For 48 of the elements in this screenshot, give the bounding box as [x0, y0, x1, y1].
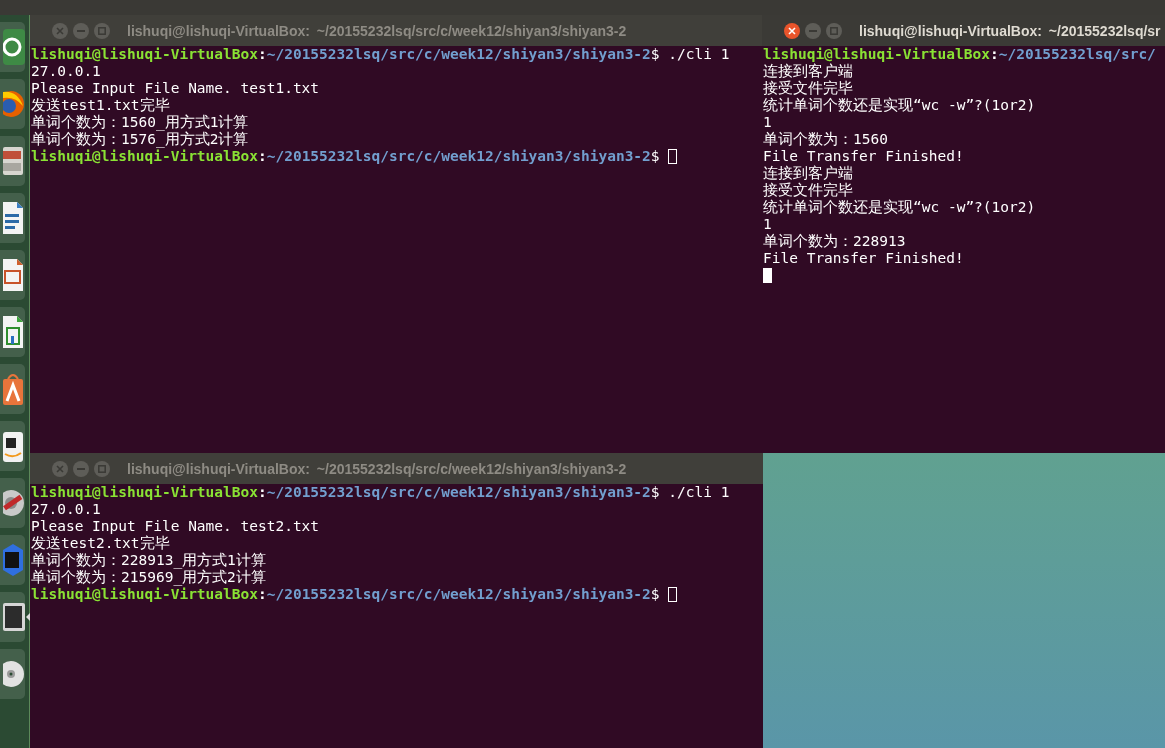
- prompt-line: lishuqi@lishuqi-VirtualBox:~/20155232lsq/src/: [763, 46, 1156, 63]
- output-line: 连接到客户端: [763, 165, 853, 182]
- output-line: 单词个数为：1576_用方式2计算: [31, 131, 249, 148]
- output-line: 单词个数为：228913: [763, 233, 906, 250]
- launcher-item[interactable]: [0, 22, 25, 72]
- launcher-item[interactable]: [0, 364, 25, 414]
- output-line: 1: [763, 114, 772, 131]
- output-line: 单词个数为：1560_用方式1计算: [31, 114, 249, 131]
- output-line: 统计单词个数还是实现“wc -w”?(1or2): [763, 97, 1036, 114]
- output-line: 统计单词个数还是实现“wc -w”?(1or2): [763, 199, 1036, 216]
- output-line: 27.0.0.1: [31, 501, 101, 518]
- launcher-item[interactable]: [0, 307, 25, 357]
- minimize-icon: [809, 29, 817, 32]
- output-line: 单词个数为：215969_用方式2计算: [31, 569, 266, 586]
- close-icon: [56, 464, 64, 473]
- prompt-line: lishuqi@lishuqi-VirtualBox:~/20155232lsq/src/c/week12/shiyan3/shiyan3-2$ ./cli 1: [31, 484, 730, 501]
- circle-logo-icon: [3, 27, 25, 67]
- output-line: Please Input File Name. test2.txt: [31, 518, 320, 535]
- output-line: 单词个数为：228913_用方式1计算: [31, 552, 266, 569]
- launcher-item[interactable]: [0, 250, 25, 300]
- maximize-icon: [830, 26, 838, 35]
- minimize-icon: [77, 29, 85, 32]
- output-line: 单词个数为：1560: [763, 131, 888, 148]
- launcher-item[interactable]: [0, 421, 25, 471]
- window-title: lishuqi@lishuqi-VirtualBox: ~/20155232lsq/src/c/week12/shiyan3/shiyan3-2: [127, 460, 627, 477]
- output-line: File Transfer Finished!: [763, 148, 964, 165]
- output-line: 发送test1.txt完毕: [31, 97, 170, 114]
- close-icon: [788, 26, 796, 35]
- prompt-line: lishuqi@lishuqi-VirtualBox:~/20155232lsq/src/c/week12/shiyan3/shiyan3-2$: [31, 148, 661, 165]
- prompt-line: lishuqi@lishuqi-VirtualBox:~/20155232lsq/src/c/week12/shiyan3/shiyan3-2$: [31, 586, 661, 603]
- window-title: lishuqi@lishuqi-VirtualBox: ~/20155232lsq/sr: [859, 22, 1161, 39]
- output-line: 连接到客户端: [763, 63, 853, 80]
- close-button[interactable]: [784, 22, 800, 39]
- output-line: Please Input File Name. test1.txt: [31, 80, 320, 97]
- output-line: 27.0.0.1: [31, 63, 101, 80]
- output-line: 发送test2.txt完毕: [31, 535, 170, 552]
- text-cursor: [763, 268, 772, 283]
- minimize-icon: [77, 467, 85, 470]
- maximize-icon: [98, 26, 106, 35]
- output-line: 1: [763, 216, 772, 233]
- output-line: 接受文件完毕: [763, 80, 853, 97]
- maximize-icon: [98, 464, 106, 473]
- output-line: 接受文件完毕: [763, 182, 853, 199]
- launcher-item[interactable]: [0, 193, 25, 243]
- output-line: File Transfer Finished!: [763, 250, 964, 267]
- window-title: lishuqi@lishuqi-VirtualBox: ~/20155232lsq/src/c/week12/shiyan3/shiyan3-2: [127, 22, 627, 39]
- prompt-line: lishuqi@lishuqi-VirtualBox:~/20155232lsq/src/c/week12/shiyan3/shiyan3-2$ ./cli 1: [31, 46, 730, 63]
- close-icon: [56, 26, 64, 35]
